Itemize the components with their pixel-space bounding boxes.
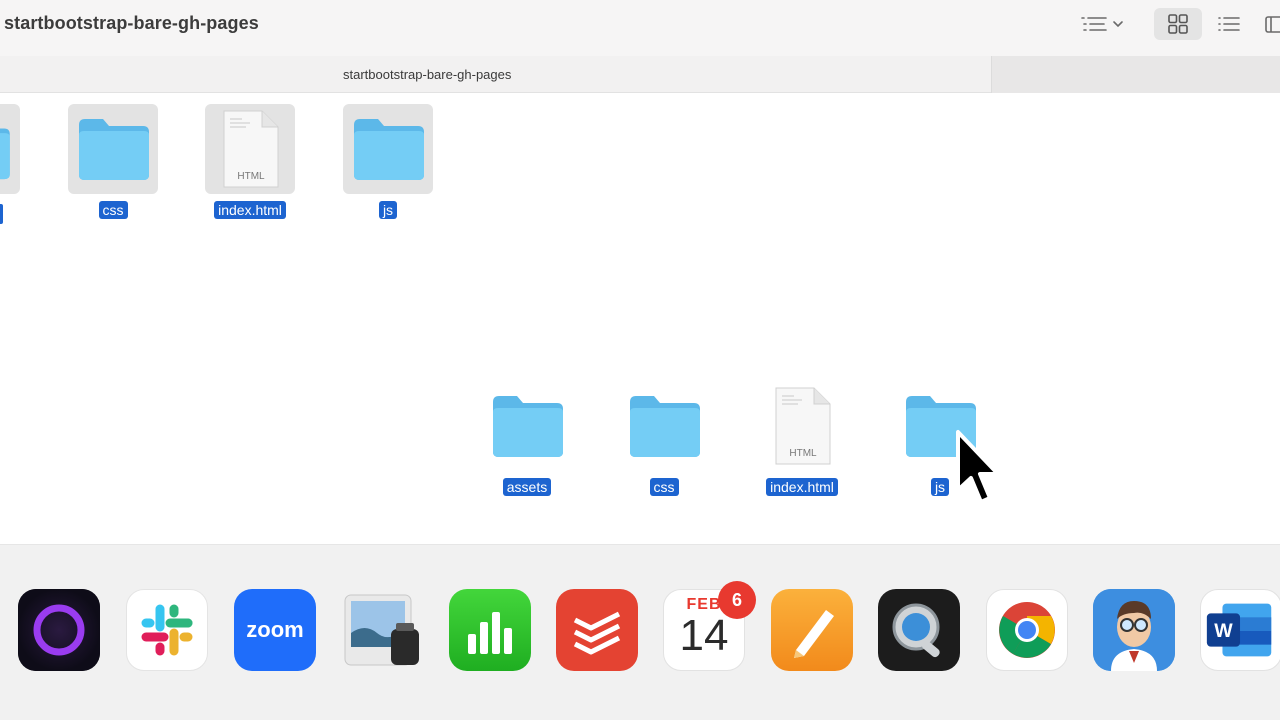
panel-button[interactable] [1262,8,1280,40]
item-label: css [98,201,128,219]
dock-app-pages[interactable] [771,589,853,671]
file-item-index-html-top[interactable]: HTML index.html [190,104,310,219]
pages-pen-icon [794,610,834,658]
icon-box [482,381,572,471]
dock-app-quicktime[interactable] [878,589,960,671]
html-badge-text: HTML [789,448,817,459]
html-badge-text: HTML [237,171,265,182]
quicktime-icon [892,603,940,658]
item-label: index.html [766,478,838,496]
tab-title[interactable]: startbootstrap-bare-gh-pages [343,67,511,82]
item-label: js [378,201,398,219]
chrome-icon [999,602,1055,658]
todoist-icon [573,611,621,655]
doctor-avatar-icon [1093,589,1175,671]
numbers-chart-icon [468,612,512,654]
window-title: startbootstrap-bare-gh-pages [4,13,259,33]
list-view-icon [1218,17,1240,31]
folder-item-js-top[interactable]: js [328,104,448,219]
calendar-badge: 6 [718,581,756,619]
dock-app-numbers[interactable] [449,589,531,671]
sidebar-panel-icon [1265,16,1280,33]
icon-view-icon [1168,14,1188,34]
preview-icon [344,594,419,666]
orion-icon [18,589,100,671]
tab-bar: startbootstrap-bare-gh-pages [0,56,1280,93]
dock-app-preview[interactable] [341,589,423,671]
item-label: css [649,478,679,496]
item-label: js [930,478,950,496]
group-by-icon [1081,17,1123,31]
dock-app-orion[interactable] [18,589,100,671]
list-view-button[interactable] [1210,8,1248,40]
finder-toolbar: startbootstrap-bare-gh-pages [0,0,1280,56]
folder-item-css-top[interactable]: css [53,104,173,219]
item-label: assets [502,478,552,496]
selection-box [68,104,158,194]
selection-box: HTML [205,104,295,194]
word-icon: W [1206,603,1272,657]
html-file-icon: HTML [775,387,831,465]
folder-item-css[interactable]: css [604,381,724,496]
html-file-icon: HTML [223,110,279,188]
icon-view-button[interactable] [1154,8,1202,40]
folder-item-assets[interactable]: assets [467,381,587,496]
dock-app-zoom[interactable]: zoom [234,589,316,671]
calendar-day: 14 [679,611,729,660]
folder-icon [630,396,700,457]
icon-box: HTML [757,381,847,471]
folder-item-partial[interactable] [0,104,20,194]
dock-app-slack[interactable] [126,589,208,671]
group-by-button[interactable] [1068,8,1130,40]
folder-icon [493,396,563,457]
item-label: index.html [214,201,286,219]
dock-app-word[interactable]: W [1200,589,1280,671]
partial-label [0,204,3,224]
dock-app-todoist[interactable] [556,589,638,671]
folder-icon [79,119,149,180]
zoom-logo-text: zoom [246,617,304,642]
word-letter: W [1214,620,1233,642]
mouse-cursor-icon [956,430,1000,504]
folder-icon [0,120,12,180]
tab-empty-area[interactable] [991,56,1280,93]
file-item-index-html[interactable]: HTML index.html [742,381,862,496]
dock-app-doctor[interactable] [1093,589,1175,671]
icon-box [619,381,709,471]
slack-icon [141,604,193,656]
dock-app-chrome[interactable] [986,589,1068,671]
selection-box [343,104,433,194]
folder-icon [354,119,424,180]
